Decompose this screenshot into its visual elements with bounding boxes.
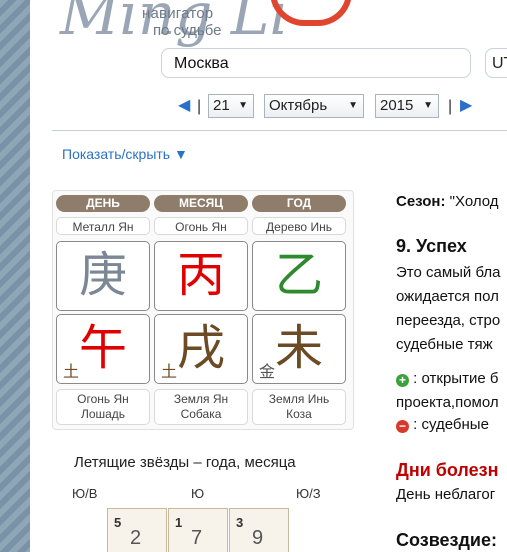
direction-label: Ю/З bbox=[296, 486, 321, 501]
year-value: 2015 bbox=[380, 97, 414, 114]
description-line: Это самый бла bbox=[396, 264, 501, 281]
divider bbox=[52, 130, 507, 131]
favorable-text: : открытие б bbox=[413, 370, 499, 387]
main-page: Ming Li навигатор по судьбе Москва UTC ◀… bbox=[30, 0, 507, 552]
unfavorable-line: − : судебные bbox=[396, 416, 489, 433]
animal-day: Лошадь bbox=[80, 407, 126, 421]
hidden-stem-day: 土 bbox=[63, 362, 80, 381]
chevron-down-icon: ▼ bbox=[348, 100, 358, 111]
star-cell: 3 9 bbox=[229, 508, 289, 552]
branch-info-month: Земля Ян Собака bbox=[154, 389, 248, 425]
show-hide-toggle[interactable]: Показать/скрыть ▼ bbox=[62, 146, 188, 162]
stem-cell-month: 丙 bbox=[154, 241, 248, 311]
description-line: переезда, стро bbox=[396, 312, 501, 329]
branch-element-day: Огонь Ян bbox=[77, 392, 129, 406]
stem-char-year: 乙 bbox=[274, 247, 323, 303]
animal-year: Коза bbox=[286, 407, 312, 421]
decorative-sidebar bbox=[0, 0, 30, 552]
bad-days-text: День неблагог bbox=[396, 486, 496, 503]
month-select[interactable]: Октябрь ▼ bbox=[264, 94, 364, 118]
four-pillars-table: ДЕНЬ Металл Ян 庚 午 土 Огонь Ян Лошадь МЕС… bbox=[52, 190, 354, 430]
branch-cell-month: 戌 土 bbox=[154, 314, 248, 384]
year-select[interactable]: 2015 ▼ bbox=[375, 94, 439, 118]
stem-cell-year: 乙 bbox=[252, 241, 346, 311]
stem-char-month: 丙 bbox=[176, 247, 225, 303]
pillar-header-month: МЕСЯЦ bbox=[154, 195, 248, 212]
season-line: Сезон: "Холод bbox=[396, 193, 499, 210]
year-star: 1 bbox=[175, 515, 183, 530]
separator: | bbox=[448, 98, 453, 115]
season-value: "Холод bbox=[449, 193, 499, 210]
star-cell: 5 2 bbox=[107, 508, 167, 552]
day-value: 21 bbox=[213, 97, 230, 114]
next-date-icon[interactable]: ▶ bbox=[460, 94, 472, 118]
chevron-down-icon: ▼ bbox=[423, 100, 433, 111]
stem-cell-day: 庚 bbox=[56, 241, 150, 311]
pillar-header-year: ГОД bbox=[252, 195, 346, 212]
stem-element-day: Металл Ян bbox=[56, 217, 150, 235]
stem-element-year: Дерево Инь bbox=[252, 217, 346, 235]
favorable-line: + : открытие б bbox=[396, 370, 498, 387]
day-select[interactable]: 21 ▼ bbox=[208, 94, 254, 118]
branch-cell-year: 未 金 bbox=[252, 314, 346, 384]
description-line: ожидается пол bbox=[396, 288, 499, 305]
logo-tagline-line1: навигатор bbox=[142, 5, 214, 22]
logo-tagline-line2: по судьбе bbox=[153, 22, 222, 39]
branch-element-month: Земля Ян bbox=[173, 392, 229, 406]
season-label: Сезон: bbox=[396, 193, 446, 210]
minus-icon: − bbox=[396, 420, 409, 433]
hidden-stem-month: 土 bbox=[161, 362, 178, 381]
animal-month: Собака bbox=[180, 407, 222, 421]
bad-days-title: Дни болезн bbox=[396, 460, 499, 480]
chevron-down-icon: ▼ bbox=[238, 100, 248, 111]
year-star: 5 bbox=[114, 515, 122, 530]
branch-cell-day: 午 土 bbox=[56, 314, 150, 384]
flying-stars-title: Летящие звёзды – года, месяца bbox=[74, 454, 296, 471]
constellation-title: Созвездие: bbox=[396, 530, 497, 550]
success-title: 9. Успех bbox=[396, 236, 467, 256]
branch-element-year: Земля Инь bbox=[268, 392, 330, 406]
prev-date-icon[interactable]: ◀ bbox=[178, 94, 190, 118]
star-cell: 1 7 bbox=[168, 508, 228, 552]
stem-element-month: Огонь Ян bbox=[154, 217, 248, 235]
direction-label: Ю bbox=[191, 486, 205, 501]
description-line: судебные тяж bbox=[396, 336, 493, 353]
favorable-line-2: проекта,помол bbox=[396, 394, 499, 411]
branch-info-day: Огонь Ян Лошадь bbox=[56, 389, 150, 425]
year-star: 3 bbox=[236, 515, 244, 530]
month-star: 2 bbox=[130, 527, 142, 549]
separator: | bbox=[197, 98, 202, 115]
direction-label: Ю/В bbox=[72, 486, 98, 501]
month-value: Октябрь bbox=[269, 97, 328, 114]
stem-char-day: 庚 bbox=[78, 247, 127, 303]
pillar-header-day: ДЕНЬ bbox=[56, 195, 150, 212]
month-star: 7 bbox=[191, 527, 203, 549]
month-star: 9 bbox=[252, 527, 264, 549]
branch-info-year: Земля Инь Коза bbox=[252, 389, 346, 425]
plus-icon: + bbox=[396, 374, 409, 387]
unfavorable-text: : судебные bbox=[413, 416, 489, 433]
hidden-stem-year: 金 bbox=[259, 362, 276, 381]
site-logo[interactable]: Ming Li навигатор по судьбе bbox=[60, 0, 360, 50]
city-input[interactable]: Москва bbox=[161, 48, 471, 78]
timezone-input[interactable]: UTC bbox=[485, 48, 507, 78]
